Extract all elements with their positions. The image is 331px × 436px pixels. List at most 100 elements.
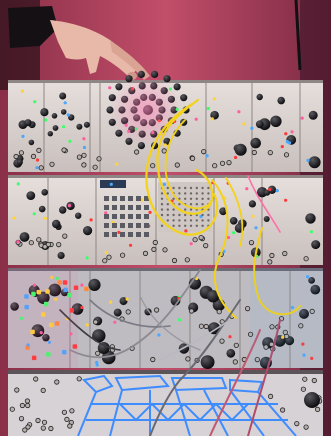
led	[109, 182, 113, 186]
knob	[83, 121, 90, 128]
knob	[200, 355, 215, 369]
grid-dot	[184, 197, 187, 200]
led	[44, 118, 48, 122]
grid-dot	[195, 192, 198, 195]
sequencer-button	[120, 196, 125, 201]
led	[43, 216, 48, 220]
sequencer-button	[120, 205, 125, 210]
knob	[88, 278, 101, 291]
knob	[38, 205, 46, 213]
grid-dot	[166, 219, 169, 222]
knob	[76, 123, 83, 130]
jack	[203, 243, 209, 249]
knob	[59, 92, 67, 100]
grid-dot	[172, 224, 175, 227]
grid-dot	[189, 197, 193, 200]
led	[148, 210, 152, 214]
jack	[245, 305, 251, 312]
grid-dot	[160, 197, 164, 200]
knob	[234, 143, 247, 156]
grid-dot	[166, 213, 169, 217]
knob	[47, 131, 53, 137]
grid-dot	[160, 192, 164, 195]
knob	[52, 219, 61, 229]
jack	[96, 156, 102, 162]
led	[108, 86, 112, 90]
grid-dot	[207, 197, 210, 200]
led	[62, 125, 66, 129]
grid-dot	[178, 186, 181, 190]
knob	[16, 159, 23, 166]
grid-dot	[172, 197, 175, 200]
jack	[30, 153, 37, 159]
sequencer-button	[136, 232, 141, 237]
jack	[150, 163, 156, 169]
grid-dot	[172, 219, 175, 222]
grid-dot	[178, 213, 181, 217]
jack	[300, 386, 306, 392]
grid-dot	[201, 197, 204, 200]
led	[212, 97, 216, 101]
led	[80, 305, 84, 310]
jack	[192, 237, 198, 243]
jack	[198, 235, 204, 241]
grid-dot	[160, 224, 164, 227]
led	[32, 212, 36, 216]
jack	[76, 376, 82, 382]
grid-dot	[160, 203, 164, 206]
led	[284, 198, 288, 202]
grid-dot	[195, 197, 198, 200]
jack	[185, 356, 191, 362]
knob	[60, 109, 67, 115]
led	[95, 363, 99, 367]
knob	[256, 93, 263, 101]
jack	[201, 149, 207, 155]
led	[163, 143, 167, 147]
knob	[41, 189, 48, 196]
jack	[41, 419, 48, 425]
led	[245, 187, 249, 191]
grid-dot	[184, 224, 187, 227]
jack	[42, 244, 48, 250]
sequencer-button	[112, 214, 117, 219]
knob	[113, 308, 122, 317]
jack	[219, 160, 226, 166]
jack	[25, 402, 31, 409]
sequencer-button	[104, 223, 109, 228]
jack	[25, 424, 31, 430]
jack	[62, 233, 68, 239]
jack	[81, 152, 87, 158]
jack	[67, 423, 73, 429]
synth-photo	[0, 0, 331, 436]
jack	[106, 254, 112, 260]
sequencer-button	[112, 223, 117, 228]
led	[232, 231, 236, 235]
jack	[93, 319, 99, 325]
grid-dot	[195, 203, 198, 206]
knob	[305, 213, 316, 224]
grid-dot	[172, 213, 175, 217]
sequencer-button	[136, 196, 141, 201]
led	[233, 155, 238, 160]
led	[280, 145, 284, 149]
led	[104, 251, 108, 255]
grid-dot	[166, 186, 169, 190]
sequencer-button	[104, 214, 109, 219]
jack	[33, 376, 39, 382]
sequencer-button	[128, 232, 133, 237]
led	[205, 154, 209, 158]
jack	[38, 165, 44, 171]
jack	[19, 402, 25, 409]
jack	[161, 148, 167, 154]
led	[85, 323, 89, 327]
jack	[54, 379, 60, 385]
knob	[59, 206, 67, 214]
led	[177, 318, 182, 322]
grid-dot	[166, 203, 169, 206]
grid-dot	[160, 208, 164, 211]
knob	[263, 216, 270, 222]
led	[184, 229, 188, 233]
jack	[56, 242, 62, 248]
jack	[40, 425, 46, 431]
led	[157, 333, 161, 337]
